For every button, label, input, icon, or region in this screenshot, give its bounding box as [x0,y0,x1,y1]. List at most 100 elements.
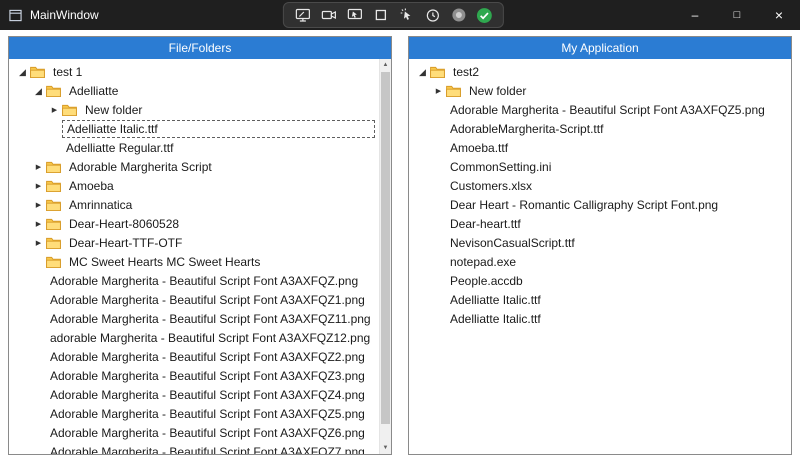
timer-icon[interactable] [424,7,441,24]
files-panel-header: File/Folders [9,37,391,59]
tree-item-label: Adorable Margherita - Beautiful Script F… [46,368,369,384]
tree-item-label: Adorable Margherita Script [65,159,216,175]
tree-item[interactable]: Adorable Margherita - Beautiful Script F… [9,309,379,328]
tree-item[interactable]: Adorable Margherita - Beautiful Script F… [9,385,379,404]
tree-item[interactable]: Adorable Margherita - Beautiful Script F… [9,442,379,454]
folder-icon [46,85,65,97]
window-title: MainWindow [30,8,99,22]
expand-arrow-icon[interactable] [31,194,46,215]
tree-item-label: Adorable Margherita - Beautiful Script F… [446,102,769,118]
tree-item[interactable]: AdorableMargherita-Script.ttf [409,119,791,138]
tree-item[interactable]: test 1 [9,62,379,81]
tree-item[interactable]: Amoeba [9,176,379,195]
tree-item[interactable]: Dear-heart.ttf [409,214,791,233]
tree-item[interactable]: MC Sweet Hearts MC Sweet Hearts [9,252,379,271]
expand-arrow-icon[interactable] [431,80,446,101]
tree-item-label: Adorable Margherita - Beautiful Script F… [46,406,369,422]
tree-item-label: Adorable Margherita - Beautiful Script F… [46,425,369,441]
tree-item[interactable]: Adelliatte Italic.ttf [9,119,379,138]
tree-item-label: Adorable Margherita - Beautiful Script F… [46,311,375,327]
tree-item[interactable]: NevisonCasualScript.ttf [409,233,791,252]
tree-item-label: New folder [81,102,146,118]
collapse-arrow-icon[interactable] [31,81,46,101]
tree-item[interactable]: Adelliatte Regular.ttf [9,138,379,157]
tree-item-label: Amoeba.ttf [446,140,512,156]
expand-arrow-icon[interactable] [31,156,46,177]
cursor-spark-icon[interactable] [398,7,415,24]
expand-arrow-icon[interactable] [47,99,62,120]
tree-item-label: Adelliatte Regular.ttf [62,140,177,156]
folder-icon [446,85,465,97]
tree-item-label: Customers.xlsx [446,178,536,194]
folder-icon [30,66,49,78]
tree-item-label: Adorable Margherita - Beautiful Script F… [46,349,369,365]
folder-icon [62,104,81,116]
tree-item-label: CommonSetting.ini [446,159,555,175]
tree-item-label: Adorable Margherita - Beautiful Script F… [46,387,369,403]
tree-item[interactable]: Adelliatte Italic.ttf [409,309,791,328]
tree-item-label: test 1 [49,64,86,80]
tree-item-label: Dear-heart.ttf [446,216,525,232]
close-button[interactable]: × [758,0,800,30]
tree-item[interactable]: Adelliatte Italic.ttf [409,290,791,309]
screen-pointer-icon[interactable] [346,7,363,24]
tree-item-label: Adorable Margherita - Beautiful Script F… [46,444,369,455]
folder-icon [46,161,65,173]
folder-icon [430,66,449,78]
tree-item[interactable]: New folder [9,100,379,119]
tree-item[interactable]: Adorable Margherita - Beautiful Script F… [9,271,379,290]
app-icon [9,8,23,22]
tree-item-label: NevisonCasualScript.ttf [446,235,579,251]
vertical-scrollbar[interactable]: ▲ ▼ [379,59,391,454]
tree-item[interactable]: Adelliatte [9,81,379,100]
collapse-arrow-icon[interactable] [415,62,430,82]
tree-item[interactable]: Dear-Heart-TTF-OTF [9,233,379,252]
stop-square-icon[interactable] [372,7,389,24]
tree-item[interactable]: CommonSetting.ini [409,157,791,176]
files-tree: test 1Adelliatte New folder Adelliatte Ita… [9,59,379,454]
tree-item[interactable]: Dear Heart - Romantic Calligraphy Script… [409,195,791,214]
tree-item[interactable]: Adorable Margherita - Beautiful Script F… [9,347,379,366]
record-grey-icon[interactable] [450,7,467,24]
scroll-down-icon[interactable]: ▼ [380,442,391,454]
titlebar-left: MainWindow [0,8,99,22]
tree-item[interactable]: Amoeba.ttf [409,138,791,157]
window-controls: – □ × [674,0,800,30]
content-area: File/Folders test 1Adelliatte New folder A… [0,30,800,457]
minimize-button[interactable]: – [674,0,716,30]
tree-item-label: Adelliatte Italic.ttf [446,292,545,308]
tree-item-label: Dear-Heart-TTF-OTF [65,235,186,251]
collapse-arrow-icon[interactable] [15,62,30,82]
tree-item[interactable]: Adorable Margherita - Beautiful Script F… [9,366,379,385]
tree-item[interactable]: Amrinnatica [9,195,379,214]
expand-arrow-icon[interactable] [31,213,46,234]
tree-item[interactable]: New folder [409,81,791,100]
tree-item[interactable]: adorable Margherita - Beautiful Script F… [9,328,379,347]
tree-item-label: Adelliatte Italic.ttf [62,120,375,138]
video-camera-icon[interactable] [320,7,337,24]
tree-item[interactable]: Adorable Margherita - Beautiful Script F… [9,423,379,442]
screen-draw-icon[interactable] [294,7,311,24]
tree-item[interactable]: Adorable Margherita Script [9,157,379,176]
expand-arrow-icon[interactable] [31,232,46,253]
tree-item-label: test2 [449,64,483,80]
tree-item[interactable]: Adorable Margherita - Beautiful Script F… [9,404,379,423]
scrollbar-thumb[interactable] [381,72,390,424]
tree-item-label: adorable Margherita - Beautiful Script F… [46,330,374,346]
tree-item[interactable]: notepad.exe [409,252,791,271]
tree-item-label: People.accdb [446,273,527,289]
tree-item[interactable]: Dear-Heart-8060528 [9,214,379,233]
folder-icon [46,256,65,268]
maximize-button[interactable]: □ [716,0,758,30]
tree-item[interactable]: Customers.xlsx [409,176,791,195]
tree-item-label: Adorable Margherita - Beautiful Script F… [46,292,369,308]
expand-arrow-icon[interactable] [31,175,46,196]
folder-icon [46,180,65,192]
tree-item[interactable]: test2 [409,62,791,81]
tree-item[interactable]: People.accdb [409,271,791,290]
tree-item[interactable]: Adorable Margherita - Beautiful Script F… [409,100,791,119]
scroll-up-icon[interactable]: ▲ [380,59,391,71]
tree-item[interactable]: Adorable Margherita - Beautiful Script F… [9,290,379,309]
check-green-icon[interactable] [476,7,493,24]
tree-item-label: notepad.exe [446,254,520,270]
